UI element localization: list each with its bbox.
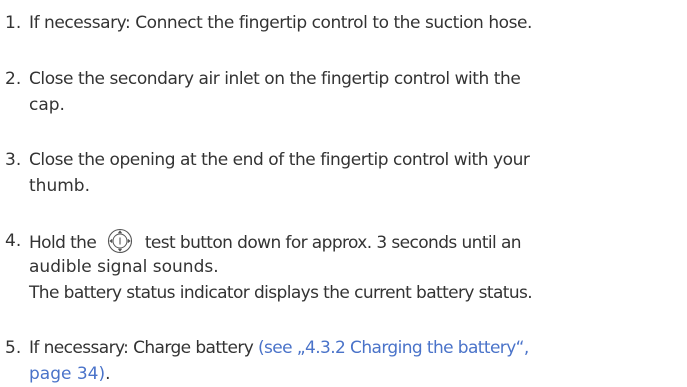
- step-number: 5.: [5, 338, 22, 358]
- step-text-lead: If necessary: Charge battery: [29, 338, 258, 358]
- step-text: Close the opening at the end of the fing…: [29, 150, 530, 170]
- step-text-continued: thumb.: [29, 176, 90, 196]
- step-text-continued: cap.: [29, 95, 65, 115]
- step-text: If necessary: Charge battery (see „4.3.2…: [29, 335, 687, 361]
- step-text-before-icon: Hold the: [29, 233, 97, 253]
- instruction-steps: 1. If necessary: Connect the fingertip c…: [0, 0, 687, 385]
- step-text-after-icon: test button down for approx. 3 seconds u…: [144, 233, 522, 253]
- step-text-continued: audible signal sounds.: [29, 257, 219, 277]
- step-number: 2.: [5, 69, 22, 89]
- step-number: 3.: [5, 150, 22, 170]
- step-text: Hold the test button down for approx. 3 …: [29, 228, 687, 254]
- step-text: Close the secondary air inlet on the fin…: [29, 69, 521, 89]
- step-number: 4.: [5, 231, 22, 251]
- cross-reference-link-page[interactable]: page 34): [29, 364, 105, 384]
- step-text-continued: page 34).: [29, 361, 687, 387]
- step-result-text: The battery status indicator displays th…: [29, 283, 533, 303]
- step-number: 1.: [5, 13, 22, 33]
- step-text: If necessary: Connect the fingertip cont…: [29, 13, 532, 33]
- step-text-end: .: [105, 364, 111, 384]
- cross-reference-link[interactable]: (see „4.3.2 Charging the battery“,: [258, 338, 529, 358]
- test-button-icon: [107, 228, 133, 254]
